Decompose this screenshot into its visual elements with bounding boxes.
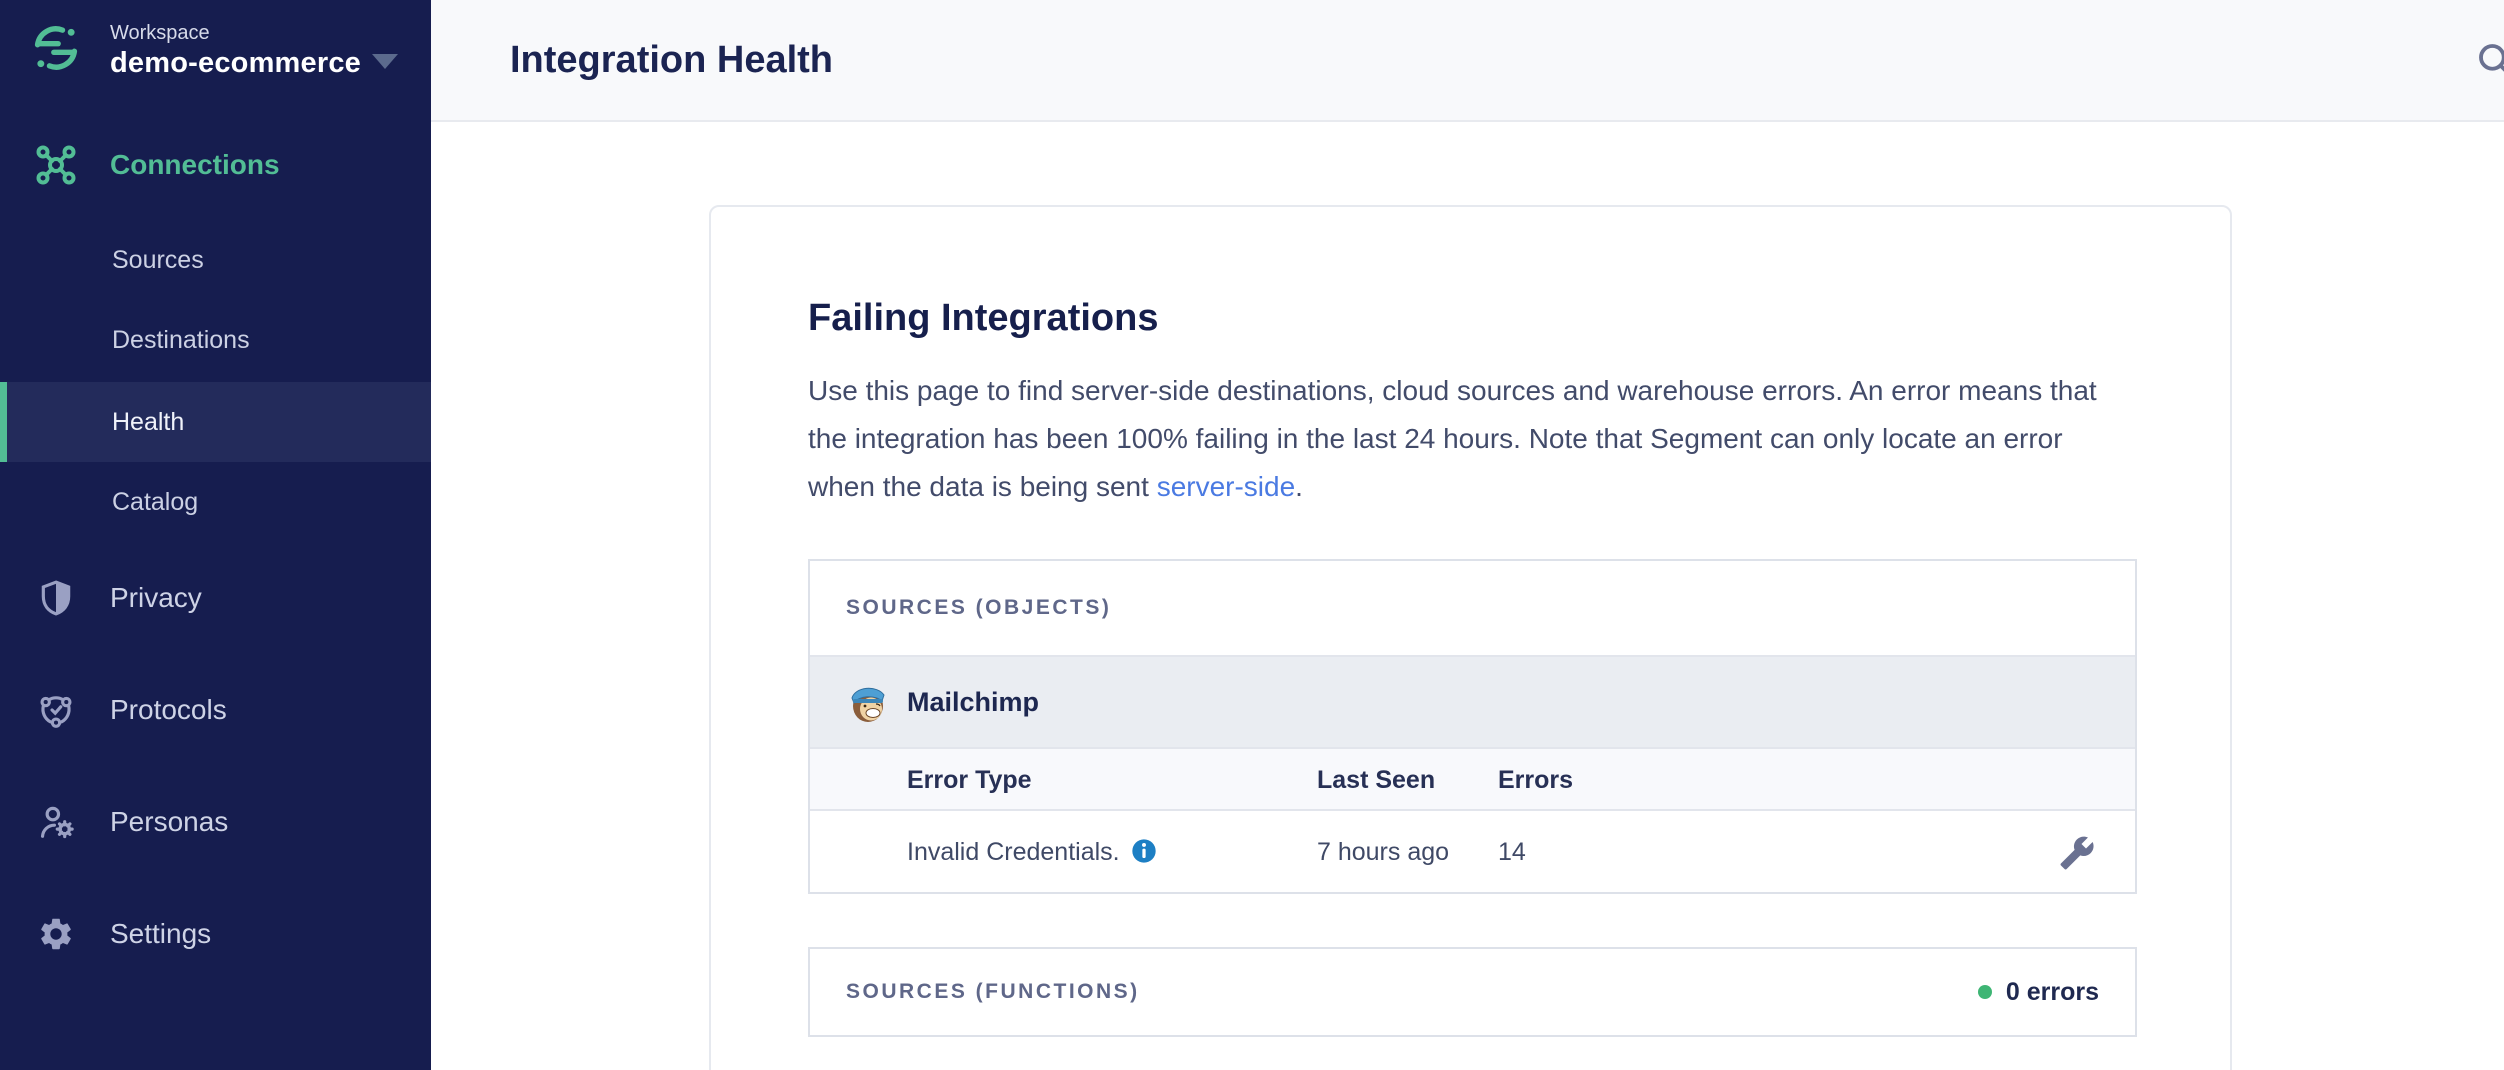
shield-icon (34, 576, 78, 620)
card-heading: Failing Integrations (808, 297, 1158, 340)
sidebar-item-protocols[interactable]: Protocols (0, 670, 431, 750)
sidebar-item-connections[interactable]: Connections (0, 125, 431, 205)
workspace-label: Workspace (110, 22, 210, 45)
sidebar-item-sources[interactable]: Sources (0, 220, 431, 300)
sidebar-item-label: Connections (110, 149, 280, 181)
errors-cell: 14 (1498, 811, 1526, 894)
top-bar: Integration Health MZ (431, 0, 2504, 122)
column-errors: Errors (1498, 749, 1573, 811)
last-seen-cell: 7 hours ago (1317, 811, 1449, 894)
description-text: Use this page to find server-side destin… (808, 375, 2097, 502)
failing-integrations-card: Failing Integrations Use this page to fi… (709, 205, 2232, 1070)
sidebar-item-label: Health (112, 408, 184, 437)
wrench-icon (2059, 835, 2095, 871)
sidebar-item-personas[interactable]: Personas (0, 782, 431, 862)
error-type-text: Invalid Credentials. (907, 838, 1120, 866)
sidebar-item-privacy[interactable]: Privacy (0, 558, 431, 638)
protocols-icon (34, 688, 78, 732)
search-icon (2474, 39, 2504, 81)
integration-name: Mailchimp (907, 687, 1039, 718)
column-last-seen: Last Seen (1317, 749, 1435, 811)
sidebar-item-destinations[interactable]: Destinations (0, 300, 431, 380)
sidebar-item-label: Destinations (112, 326, 250, 355)
sources-functions-label: SOURCES (FUNCTIONS) (846, 980, 1140, 1004)
status-ok-dot-icon (1978, 985, 1992, 999)
sources-objects-label: SOURCES (OBJECTS) (846, 596, 1111, 620)
sidebar-item-settings[interactable]: Settings (0, 894, 431, 974)
sources-objects-table: SOURCES (OBJECTS) Mailchimp Error Type L… (808, 559, 2137, 894)
sidebar-item-label: Settings (110, 918, 211, 950)
workspace-name: demo-ecommerce (110, 47, 361, 80)
sidebar: Workspace demo-ecommerce Connections Sou… (0, 0, 431, 1070)
table-row: Invalid Credentials. 7 hours ago 14 (810, 809, 2135, 892)
fix-button[interactable] (2059, 835, 2095, 871)
description-period: . (1295, 471, 1303, 502)
gear-icon (34, 912, 78, 956)
segment-logo-icon (30, 22, 82, 74)
functions-status: 0 errors (1978, 978, 2099, 1007)
sidebar-item-label: Sources (112, 246, 204, 275)
integration-row-mailchimp[interactable]: Mailchimp (810, 655, 2135, 747)
column-error-type: Error Type (907, 749, 1032, 811)
connections-icon (34, 143, 78, 187)
sources-objects-header-row: SOURCES (OBJECTS) (810, 561, 2135, 655)
sidebar-item-label: Catalog (112, 488, 198, 517)
workspace-switcher[interactable]: Workspace demo-ecommerce (0, 0, 431, 110)
sources-functions-table: SOURCES (FUNCTIONS) 0 errors (808, 947, 2137, 1037)
card-description: Use this page to find server-side destin… (808, 367, 2118, 511)
personas-icon (34, 800, 78, 844)
sidebar-item-label: Personas (110, 806, 228, 838)
search-button[interactable] (2465, 0, 2504, 120)
sidebar-item-label: Protocols (110, 694, 227, 726)
status-badge: 0 errors (2006, 978, 2099, 1007)
mailchimp-logo (846, 680, 890, 724)
sidebar-item-label: Privacy (110, 582, 202, 614)
chevron-down-icon[interactable] (372, 54, 398, 69)
sidebar-item-catalog[interactable]: Catalog (0, 462, 431, 542)
info-icon[interactable] (1130, 837, 1158, 865)
table-column-headers: Error Type Last Seen Errors (810, 747, 2135, 809)
server-side-link[interactable]: server-side (1157, 471, 1295, 502)
error-type-cell: Invalid Credentials. (907, 811, 1158, 894)
page-title: Integration Health (510, 0, 833, 120)
sidebar-item-health[interactable]: Health (0, 382, 431, 462)
